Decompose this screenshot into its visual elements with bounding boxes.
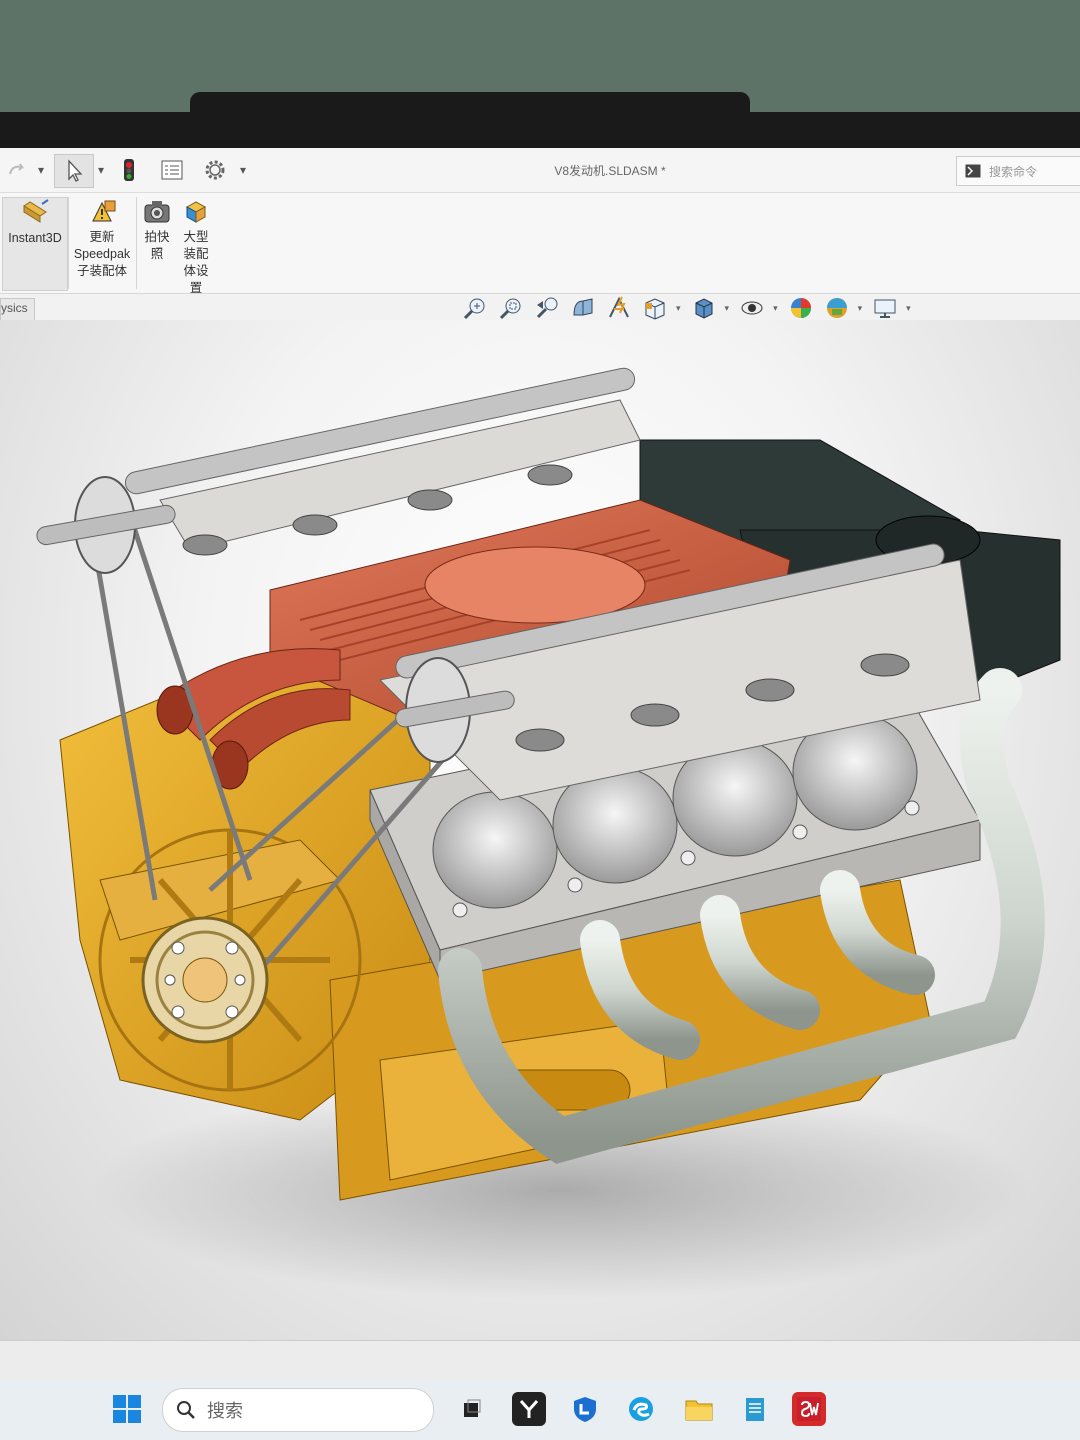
edit-appearance-icon[interactable]: [786, 293, 816, 323]
view-orientation-icon[interactable]: [640, 293, 670, 323]
windows-taskbar: 搜索: [0, 1380, 1080, 1440]
command-prompt-icon: [965, 164, 981, 178]
view-settings-icon[interactable]: [870, 293, 900, 323]
update-speedpak-label-3: 子装配体: [76, 264, 127, 278]
display-style-dropdown-icon[interactable]: ▾: [725, 303, 730, 314]
options-gear-icon[interactable]: [198, 154, 232, 186]
large-assembly-settings-button[interactable]: 大型 装配 体设 置: [176, 197, 216, 297]
zoom-to-area-icon[interactable]: [496, 293, 526, 323]
large-assembly-icon: [185, 201, 207, 223]
snapshot-button[interactable]: 拍快 照: [138, 197, 176, 263]
apply-scene-icon[interactable]: [822, 293, 852, 323]
command-manager-ribbon: Instant3D 更新 Speedpak 子装配体 拍快 照 大型 装配 体设…: [0, 193, 1080, 297]
search-icon: [175, 1399, 197, 1421]
notepad-icon[interactable]: [738, 1392, 772, 1426]
apply-scene-dropdown-icon[interactable]: ▾: [858, 303, 863, 314]
security-shield-icon[interactable]: [568, 1392, 602, 1426]
instant3d-button[interactable]: Instant3D: [2, 197, 68, 291]
edge-browser-icon[interactable]: [624, 1392, 658, 1426]
update-speedpak-label-2: Speedpak: [73, 247, 131, 261]
large-assembly-label-3: 体设: [183, 264, 209, 278]
snapshot-label-2: 照: [150, 247, 164, 261]
redo-icon[interactable]: [0, 154, 34, 186]
v8-engine-model[interactable]: [0, 320, 1080, 1340]
select-icon[interactable]: [54, 154, 94, 188]
rebuild-traffic-light-icon[interactable]: [116, 154, 142, 186]
solidworks-window: ▾ ▾ ▾ V8发动机.SLDASM * 搜索命令 Instant3D 更新 S…: [0, 148, 1080, 1440]
view-settings-dropdown-icon[interactable]: ▾: [906, 303, 911, 314]
windows-start-icon[interactable]: [110, 1392, 144, 1426]
task-view-icon[interactable]: [455, 1392, 489, 1426]
camera-icon: [144, 201, 170, 223]
search-placeholder: 搜索命令: [989, 164, 1038, 179]
hide-show-dropdown-icon[interactable]: ▾: [773, 303, 778, 314]
zoom-to-fit-icon[interactable]: [460, 293, 490, 323]
update-speedpak-button[interactable]: 更新 Speedpak 子装配体: [70, 197, 134, 280]
display-style-icon[interactable]: [689, 293, 719, 323]
file-explorer-icon[interactable]: [682, 1392, 716, 1426]
options-dropdown-icon[interactable]: ▾: [236, 154, 250, 186]
section-view-icon[interactable]: [568, 293, 598, 323]
hide-show-items-icon[interactable]: [737, 293, 767, 323]
solidworks-icon[interactable]: [792, 1392, 826, 1426]
dynamic-annotation-icon[interactable]: [604, 293, 634, 323]
redo-dropdown-icon[interactable]: ▾: [34, 154, 48, 186]
file-properties-icon[interactable]: [156, 154, 188, 186]
document-title: V8发动机.SLDASM *: [554, 164, 666, 178]
ribbon-separator: [136, 197, 137, 289]
status-bar: [0, 1340, 1080, 1381]
large-assembly-label-1: 大型: [183, 230, 209, 244]
previous-view-icon[interactable]: [532, 293, 562, 323]
app-y-icon[interactable]: [512, 1392, 546, 1426]
instant3d-label: Instant3D: [8, 231, 62, 245]
update-speedpak-icon: [92, 200, 116, 222]
snapshot-label-1: 拍快: [144, 230, 170, 244]
select-dropdown-icon[interactable]: ▾: [94, 154, 108, 186]
search-commands-input[interactable]: 搜索命令: [956, 156, 1080, 186]
title-bar: ▾ ▾ ▾ V8发动机.SLDASM * 搜索命令: [0, 148, 1080, 193]
view-orientation-dropdown-icon[interactable]: ▾: [676, 303, 681, 314]
update-speedpak-label-1: 更新: [89, 230, 115, 244]
large-assembly-label-4: 置: [189, 281, 203, 295]
large-assembly-label-2: 装配: [183, 247, 209, 261]
ribbon-separator: [68, 197, 69, 289]
instant3d-icon: [23, 199, 49, 223]
taskbar-search-box[interactable]: 搜索: [162, 1388, 434, 1432]
taskbar-search-label: 搜索: [207, 1401, 243, 1421]
graphics-viewport[interactable]: ▾ ▾ ▾ ▾ ▾: [0, 296, 1080, 1340]
